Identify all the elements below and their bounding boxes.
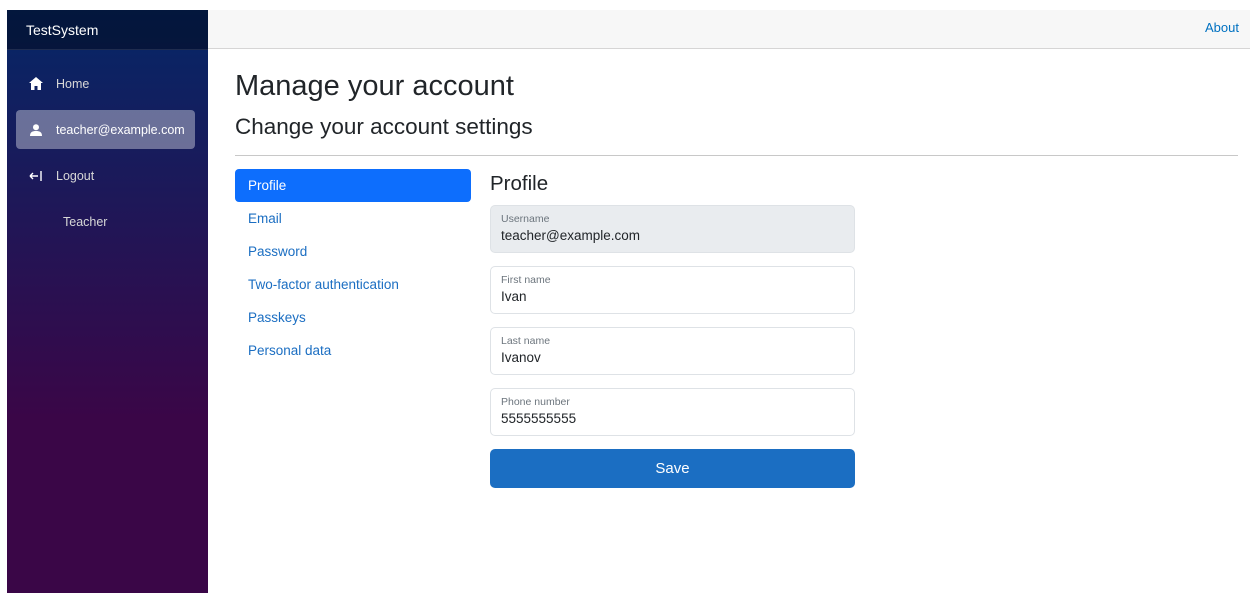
last-name-field[interactable]: Last name: [490, 327, 855, 375]
account-nav: Profile Email Password Two-factor authen…: [235, 169, 471, 367]
divider: [235, 155, 1238, 156]
sidebar-item-account[interactable]: teacher@example.com: [16, 110, 195, 149]
sidebar-item-label: Teacher: [63, 214, 108, 229]
sidebar-item-logout[interactable]: Logout: [16, 156, 195, 195]
account-nav-profile[interactable]: Profile: [235, 169, 471, 202]
about-link[interactable]: About: [1205, 20, 1239, 35]
page-subtitle: Change your account settings: [235, 114, 533, 139]
field-label: Username: [501, 213, 550, 225]
account-nav-passkeys[interactable]: Passkeys: [235, 301, 471, 334]
account-nav-personal-data[interactable]: Personal data: [235, 334, 471, 367]
account-nav-email[interactable]: Email: [235, 202, 471, 235]
sidebar-item-home[interactable]: Home: [16, 64, 195, 103]
top-bar: About: [208, 10, 1250, 49]
app-root: TestSystem Home teacher@example.com Logo…: [0, 0, 1250, 593]
username-input: [501, 228, 841, 243]
brand-link[interactable]: TestSystem: [26, 22, 98, 38]
page-title: Manage your account: [235, 70, 514, 102]
first-name-input[interactable]: [501, 289, 841, 304]
sidebar-item-role: Teacher: [16, 202, 195, 241]
user-icon: [29, 123, 43, 137]
logout-icon: [29, 169, 43, 183]
username-field: Username: [490, 205, 855, 253]
sidebar-item-label: Logout: [56, 168, 95, 183]
phone-number-field[interactable]: Phone number: [490, 388, 855, 436]
home-icon: [29, 77, 43, 91]
sidebar-nav: Home teacher@example.com Logout Teacher: [7, 50, 208, 241]
account-nav-password[interactable]: Password: [235, 235, 471, 268]
field-label: Phone number: [501, 396, 570, 408]
field-label: Last name: [501, 335, 551, 347]
section-title: Profile: [490, 172, 549, 195]
first-name-field[interactable]: First name: [490, 266, 855, 314]
sidebar: TestSystem Home teacher@example.com Logo…: [7, 10, 208, 593]
brand-bar: TestSystem: [7, 10, 208, 50]
account-nav-two-factor[interactable]: Two-factor authentication: [235, 268, 471, 301]
main-content: Manage your account Change your account …: [235, 49, 1240, 488]
sidebar-item-label: Home: [56, 76, 90, 91]
save-button[interactable]: Save: [490, 449, 855, 488]
phone-number-input[interactable]: [501, 411, 841, 426]
profile-form: Profile Username First name Last name Ph…: [490, 169, 855, 488]
field-label: First name: [501, 274, 551, 286]
last-name-input[interactable]: [501, 350, 841, 365]
sidebar-item-label: teacher@example.com: [56, 122, 185, 137]
